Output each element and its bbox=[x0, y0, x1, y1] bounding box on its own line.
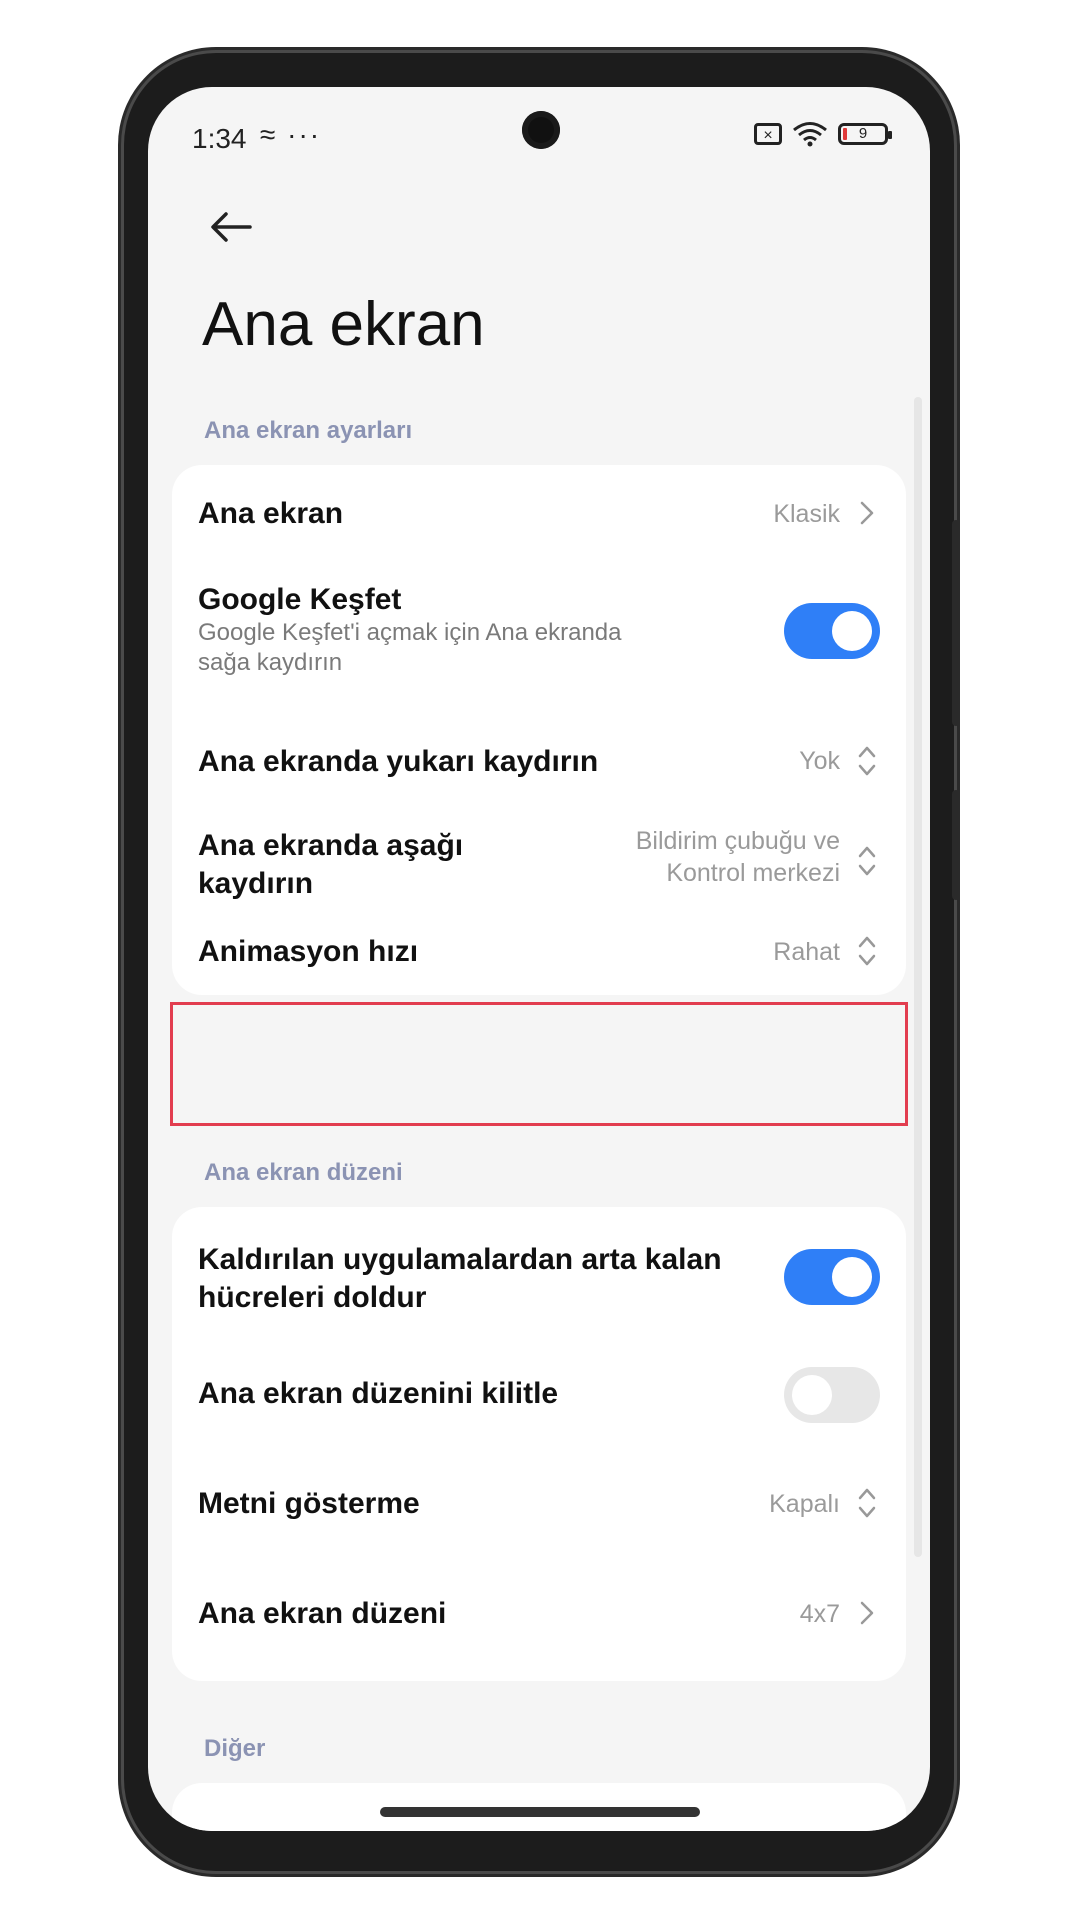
row-fill-cells-title-1: Kaldırılan uygulamalardan arta kalan bbox=[198, 1243, 722, 1276]
row-swipe-up[interactable]: Ana ekranda yukarı kaydırın Yok bbox=[172, 705, 906, 801]
row-google-discover-subtitle-2: sağa kaydırın bbox=[198, 649, 343, 676]
status-bar: 1:34 ≈ ··· × 9 bbox=[148, 87, 930, 187]
status-time: 1:34 bbox=[192, 123, 247, 154]
google-discover-toggle[interactable] bbox=[784, 603, 880, 659]
row-grid-value: 4x7 bbox=[799, 1600, 840, 1628]
scrollbar[interactable] bbox=[914, 397, 922, 1557]
lock-layout-toggle[interactable] bbox=[784, 1367, 880, 1423]
status-icons: × 9 bbox=[754, 121, 892, 147]
row-animation-speed-title: Animasyon hızı bbox=[198, 935, 419, 968]
battery-level: 9 bbox=[858, 125, 868, 142]
row-swipe-down-value-1: Bildirim çubuğu ve bbox=[635, 827, 840, 855]
arrow-left-icon[interactable] bbox=[202, 197, 262, 257]
highlight-box bbox=[170, 1002, 908, 1126]
row-home-screen-title: Ana ekran bbox=[198, 497, 344, 530]
row-grid-title: Ana ekran düzeni bbox=[198, 1597, 447, 1630]
row-fill-cells[interactable]: Kaldırılan uygulamalardan arta kalan hüc… bbox=[172, 1207, 906, 1337]
volume-button bbox=[952, 520, 960, 726]
chevron-right-icon bbox=[860, 501, 874, 525]
battery-level-bar bbox=[843, 128, 847, 140]
toggle-knob bbox=[832, 611, 872, 651]
row-home-screen-value: Klasik bbox=[773, 500, 840, 528]
chevron-up-down-icon bbox=[858, 846, 876, 876]
toggle-knob bbox=[792, 1375, 832, 1415]
section-label-layout: Ana ekran düzeni bbox=[204, 1159, 403, 1186]
status-notification-icons: ≈ ··· bbox=[260, 119, 322, 150]
row-swipe-down[interactable]: Ana ekranda aşağı kaydırın Bildirim çubu… bbox=[172, 805, 906, 915]
row-swipe-up-value: Yok bbox=[799, 747, 840, 775]
front-camera bbox=[522, 111, 560, 149]
wifi-icon bbox=[793, 122, 827, 147]
chevron-up-down-icon bbox=[858, 746, 876, 776]
row-lock-layout[interactable]: Ana ekran düzenini kilitle bbox=[172, 1337, 906, 1447]
screen: 1:34 ≈ ··· × 9 Ana ekran Ana ekran ayarl… bbox=[148, 87, 930, 1831]
row-swipe-down-title-2: kaydırın bbox=[198, 867, 314, 900]
section-label-other: Diğer bbox=[204, 1735, 266, 1762]
section-label-home-settings: Ana ekran ayarları bbox=[204, 417, 413, 444]
row-swipe-down-value-2: Kontrol merkezi bbox=[666, 859, 840, 887]
row-swipe-up-title: Ana ekranda yukarı kaydırın bbox=[198, 745, 599, 778]
battery-icon: 9 bbox=[838, 123, 892, 145]
row-hide-text-title: Metni gösterme bbox=[198, 1487, 420, 1520]
fill-cells-toggle[interactable] bbox=[784, 1249, 880, 1305]
row-grid[interactable]: Ana ekran düzeni 4x7 bbox=[172, 1557, 906, 1667]
row-fill-cells-title-2: hücreleri doldur bbox=[198, 1281, 427, 1314]
row-lock-layout-title: Ana ekran düzenini kilitle bbox=[198, 1377, 559, 1410]
toggle-knob bbox=[832, 1257, 872, 1297]
home-indicator[interactable] bbox=[380, 1807, 700, 1817]
row-animation-speed-value: Rahat bbox=[773, 938, 840, 966]
row-google-discover-subtitle-1: Google Keşfet'i açmak için Ana ekranda bbox=[198, 619, 622, 646]
chevron-right-icon bbox=[860, 1601, 874, 1625]
chevron-up-down-icon bbox=[858, 936, 876, 966]
power-button bbox=[952, 790, 960, 900]
page-title: Ana ekran bbox=[202, 290, 485, 359]
row-google-discover-title: Google Keşfet bbox=[198, 583, 402, 616]
card-home-settings: Ana ekran Klasik Google Keşfet Google Ke… bbox=[172, 465, 906, 995]
no-sim-icon: × bbox=[754, 123, 782, 145]
row-swipe-down-title-1: Ana ekranda aşağı bbox=[198, 829, 464, 862]
row-hide-text[interactable]: Metni gösterme Kapalı bbox=[172, 1447, 906, 1557]
row-home-screen[interactable]: Ana ekran Klasik bbox=[172, 465, 906, 565]
card-layout: Kaldırılan uygulamalardan arta kalan hüc… bbox=[172, 1207, 906, 1681]
row-animation-speed[interactable]: Animasyon hızı Rahat bbox=[172, 905, 906, 995]
chevron-up-down-icon bbox=[858, 1488, 876, 1518]
row-google-discover[interactable]: Google Keşfet Google Keşfet'i açmak için… bbox=[172, 565, 906, 695]
row-hide-text-value: Kapalı bbox=[769, 1490, 840, 1518]
